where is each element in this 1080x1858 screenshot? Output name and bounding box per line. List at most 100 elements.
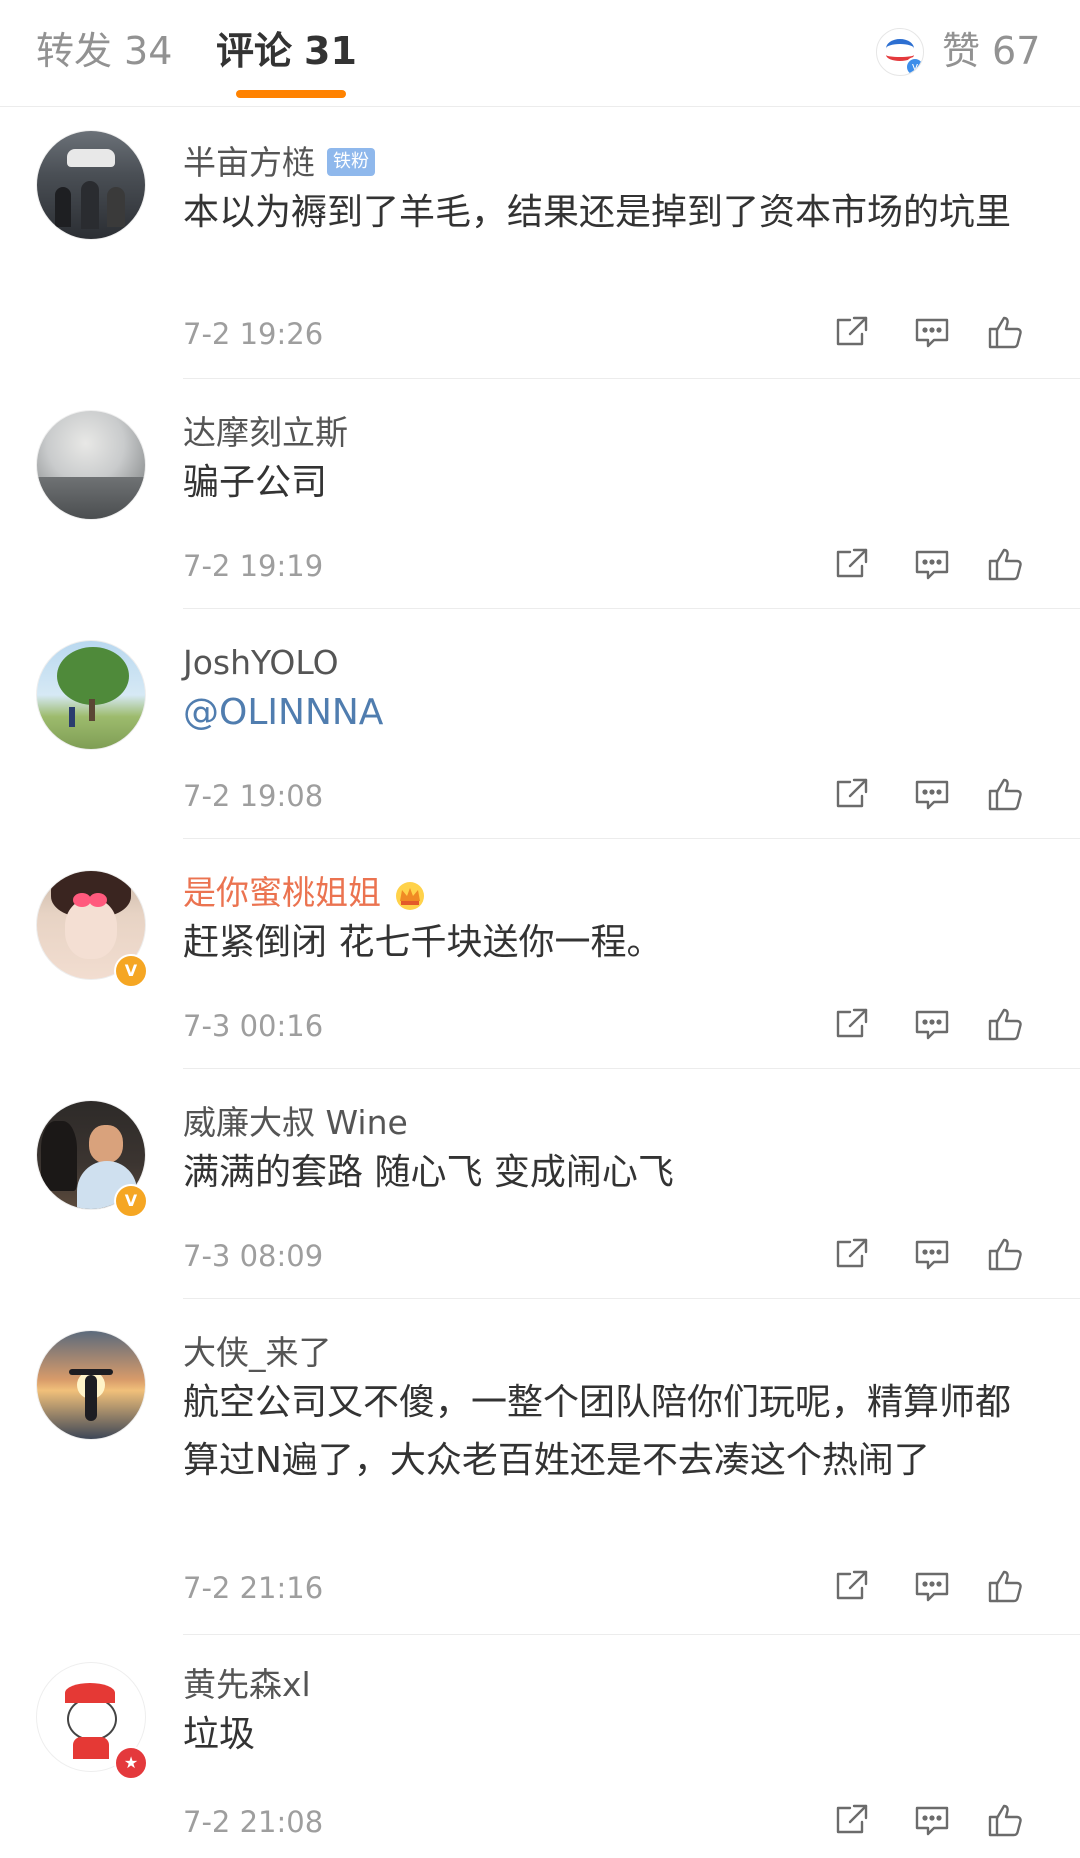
comment-actions bbox=[822, 312, 1042, 356]
comment-text: 赶紧倒闭 花七千块送你一程。 bbox=[183, 922, 663, 963]
repost-button[interactable] bbox=[832, 1234, 872, 1274]
like-button[interactable] bbox=[986, 1800, 1026, 1840]
comment-icon bbox=[912, 1004, 952, 1044]
comment-button[interactable] bbox=[912, 774, 952, 814]
comment-icon bbox=[912, 1566, 952, 1606]
repost-button[interactable] bbox=[832, 1004, 872, 1044]
comment-button[interactable] bbox=[912, 1234, 952, 1274]
tab-comment-label: 评论 bbox=[216, 29, 293, 73]
author-name: 是你蜜桃姐姐 bbox=[183, 873, 381, 912]
divider bbox=[183, 1298, 1080, 1299]
tab-like[interactable]: 赞 67 bbox=[942, 26, 1040, 76]
comment-actions bbox=[822, 1234, 1042, 1278]
like-icon bbox=[986, 1234, 1026, 1274]
divider bbox=[183, 1068, 1080, 1069]
comment-icon bbox=[912, 1800, 952, 1840]
like-icon bbox=[986, 1004, 1026, 1044]
active-tab-indicator bbox=[236, 90, 346, 98]
repost-button[interactable] bbox=[832, 544, 872, 584]
repost-icon bbox=[832, 544, 872, 584]
author-name[interactable]: 黄先森xl bbox=[183, 1662, 311, 1708]
author-name: 半亩方梿 bbox=[183, 143, 315, 182]
like-button[interactable] bbox=[986, 1234, 1026, 1274]
mention-link[interactable]: @OLINNNA bbox=[183, 684, 1043, 742]
comment-button[interactable] bbox=[912, 544, 952, 584]
comment-time: 7-2 19:08 bbox=[183, 779, 324, 813]
tab-like-label: 赞 bbox=[942, 29, 981, 73]
like-icon bbox=[986, 544, 1026, 584]
tab-repost-count: 34 bbox=[124, 29, 173, 73]
tab-repost-label: 转发 bbox=[36, 29, 113, 73]
verified-badge-icon: V bbox=[114, 954, 148, 988]
comment-actions bbox=[822, 1004, 1042, 1048]
repost-button[interactable] bbox=[832, 312, 872, 352]
author-name[interactable]: JoshYOLO bbox=[183, 640, 339, 686]
comment-actions bbox=[822, 1800, 1042, 1844]
comment-text: 骗子公司 bbox=[183, 462, 328, 503]
liker-avatar[interactable]: v bbox=[876, 28, 924, 76]
comment-icon bbox=[912, 774, 952, 814]
avatar[interactable] bbox=[36, 410, 146, 520]
comment-time: 7-2 21:08 bbox=[183, 1805, 324, 1839]
comment-text: 航空公司又不傻，一整个团队陪你们玩呢，精算师都算过N遍了，大众老百姓还是不去凑这… bbox=[183, 1382, 1012, 1481]
like-button[interactable] bbox=[986, 1566, 1026, 1606]
verified-badge-icon: v bbox=[905, 57, 923, 75]
repost-icon bbox=[832, 1566, 872, 1606]
repost-icon bbox=[832, 312, 872, 352]
comment-author[interactable]: 半亩方梿 铁粉 bbox=[183, 140, 375, 186]
like-icon bbox=[986, 1566, 1026, 1606]
like-icon bbox=[986, 1800, 1026, 1840]
comment-time: 7-2 19:19 bbox=[183, 549, 324, 583]
divider bbox=[183, 378, 1080, 379]
divider bbox=[183, 1634, 1080, 1635]
comment-button[interactable] bbox=[912, 1800, 952, 1840]
fan-tag: 铁粉 bbox=[327, 147, 375, 176]
repost-icon bbox=[832, 1234, 872, 1274]
tab-like-count: 67 bbox=[992, 29, 1041, 73]
comment-author[interactable]: 是你蜜桃姐姐 bbox=[183, 870, 427, 916]
repost-icon bbox=[832, 1004, 872, 1044]
comment-text: 垃圾 bbox=[183, 1714, 256, 1755]
divider bbox=[183, 838, 1080, 839]
like-button[interactable] bbox=[986, 544, 1026, 584]
comment-actions bbox=[822, 774, 1042, 818]
repost-icon bbox=[832, 774, 872, 814]
like-button[interactable] bbox=[986, 774, 1026, 814]
verified-badge-icon: V bbox=[114, 1184, 148, 1218]
repost-button[interactable] bbox=[832, 1800, 872, 1840]
repost-icon bbox=[832, 1800, 872, 1840]
comment-icon bbox=[912, 1234, 952, 1274]
crown-icon bbox=[393, 877, 427, 910]
comment-text: 本以为褥到了羊毛，结果还是掉到了资本市场的坑里 bbox=[183, 192, 1012, 233]
comment-time: 7-3 08:09 bbox=[183, 1239, 324, 1273]
repost-button[interactable] bbox=[832, 1566, 872, 1606]
comment-icon bbox=[912, 544, 952, 584]
avatar[interactable] bbox=[36, 1330, 146, 1440]
vip-badge-icon: ★ bbox=[114, 1746, 148, 1780]
author-name[interactable]: 达摩刻立斯 bbox=[183, 410, 348, 456]
comment-icon bbox=[912, 312, 952, 352]
tab-repost[interactable]: 转发 34 bbox=[36, 26, 172, 76]
tab-comment-count: 31 bbox=[304, 29, 357, 73]
avatar[interactable] bbox=[36, 130, 146, 240]
comment-button[interactable] bbox=[912, 312, 952, 352]
like-button[interactable] bbox=[986, 1004, 1026, 1044]
like-icon bbox=[986, 312, 1026, 352]
divider bbox=[183, 608, 1080, 609]
comment-actions bbox=[822, 1566, 1042, 1610]
comment-actions bbox=[822, 544, 1042, 588]
comment-button[interactable] bbox=[912, 1004, 952, 1044]
comment-text: 满满的套路 随心飞 变成闹心飞 bbox=[183, 1152, 674, 1193]
like-icon bbox=[986, 774, 1026, 814]
comment-button[interactable] bbox=[912, 1566, 952, 1606]
avatar[interactable] bbox=[36, 640, 146, 750]
author-name[interactable]: 威廉大叔 Wine bbox=[183, 1100, 408, 1146]
comment-tabbar: 转发 34 评论 31 v 赞 67 bbox=[0, 0, 1080, 107]
author-name[interactable]: 大侠_来了 bbox=[183, 1330, 332, 1376]
comment-time: 7-3 00:16 bbox=[183, 1009, 324, 1043]
like-button[interactable] bbox=[986, 312, 1026, 352]
comment-time: 7-2 21:16 bbox=[183, 1571, 324, 1605]
tab-comment[interactable]: 评论 31 bbox=[216, 26, 357, 76]
repost-button[interactable] bbox=[832, 774, 872, 814]
comment-time: 7-2 19:26 bbox=[183, 317, 324, 351]
